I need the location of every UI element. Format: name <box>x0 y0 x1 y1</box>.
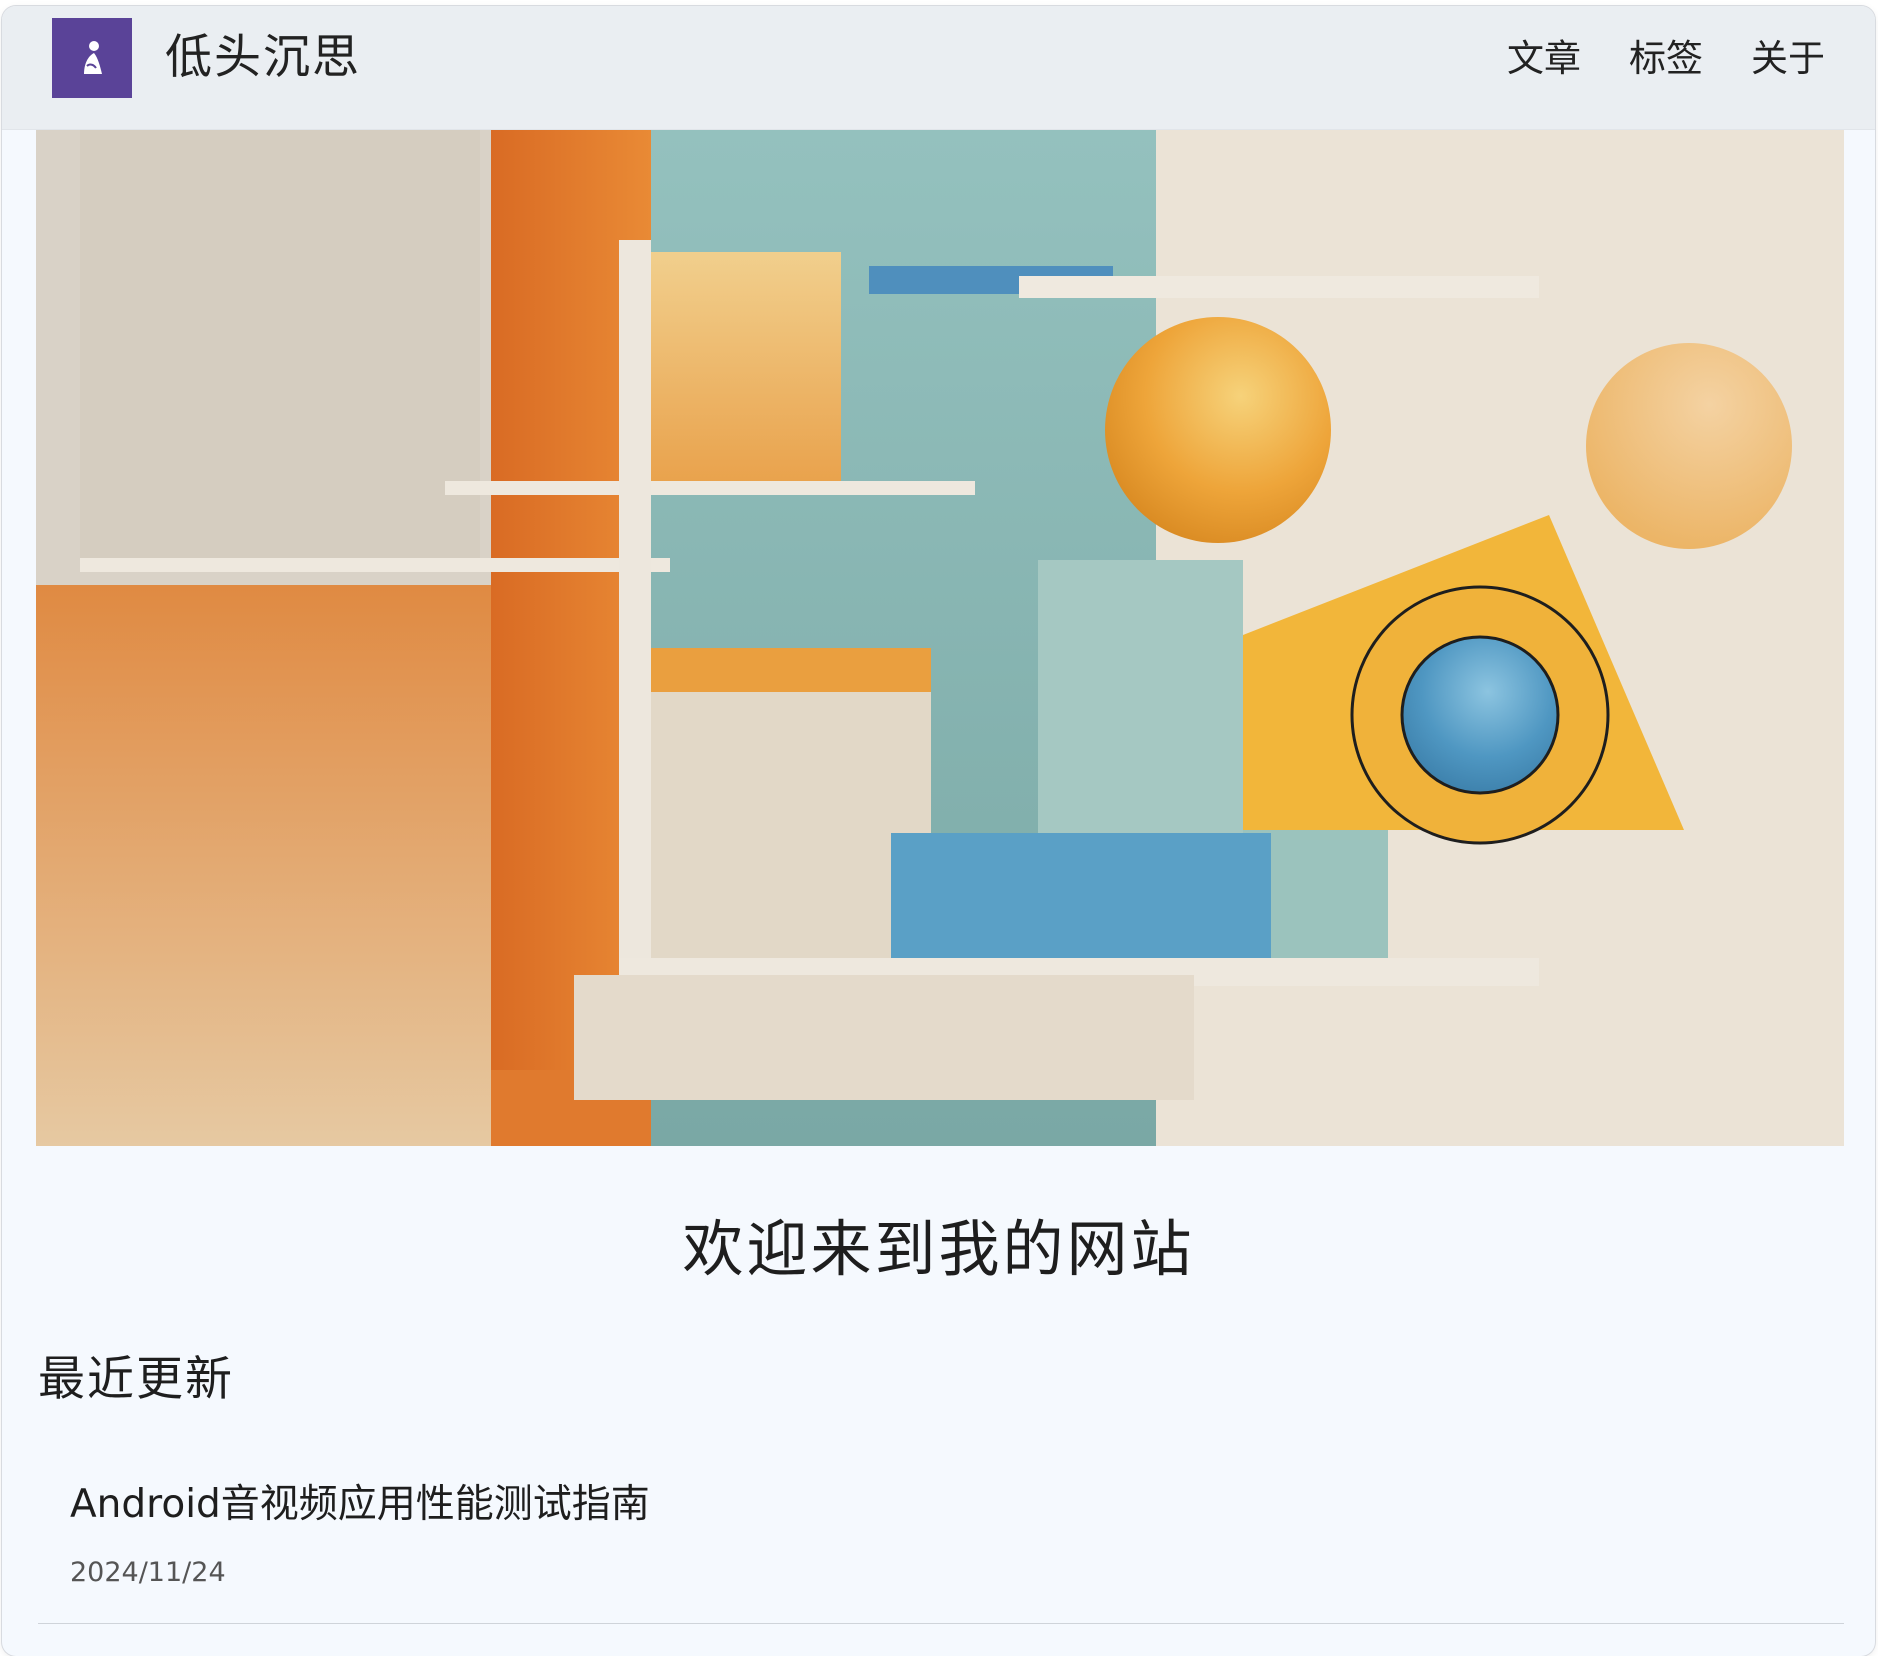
site-title[interactable]: 低头沉思 <box>165 30 361 86</box>
nav-item-tags[interactable]: 标签 <box>1629 36 1703 82</box>
nav-item-about[interactable]: 关于 <box>1751 36 1825 82</box>
site-logo[interactable] <box>52 18 132 98</box>
welcome-heading: 欢迎来到我的网站 <box>682 1214 1195 1285</box>
recent-updates-heading: 最近更新 <box>38 1352 234 1407</box>
nav-item-articles[interactable]: 文章 <box>1507 36 1581 82</box>
person-icon <box>84 41 102 74</box>
main-nav: 文章 标签 关于 <box>1507 36 1825 82</box>
post-list-item: Android音视频应用性能测试指南 2024/11/24 <box>38 1466 1844 1624</box>
post-title-link[interactable]: Android音视频应用性能测试指南 <box>70 1480 650 1530</box>
site-header: 低头沉思 文章 标签 关于 <box>2 6 1875 130</box>
browser-page: 低头沉思 文章 标签 关于 欢迎来到我的网站 最近更新 Android音视频应用… <box>2 6 1875 1656</box>
hero-image <box>36 130 1844 1146</box>
post-date: 2024/11/24 <box>70 1557 226 1588</box>
